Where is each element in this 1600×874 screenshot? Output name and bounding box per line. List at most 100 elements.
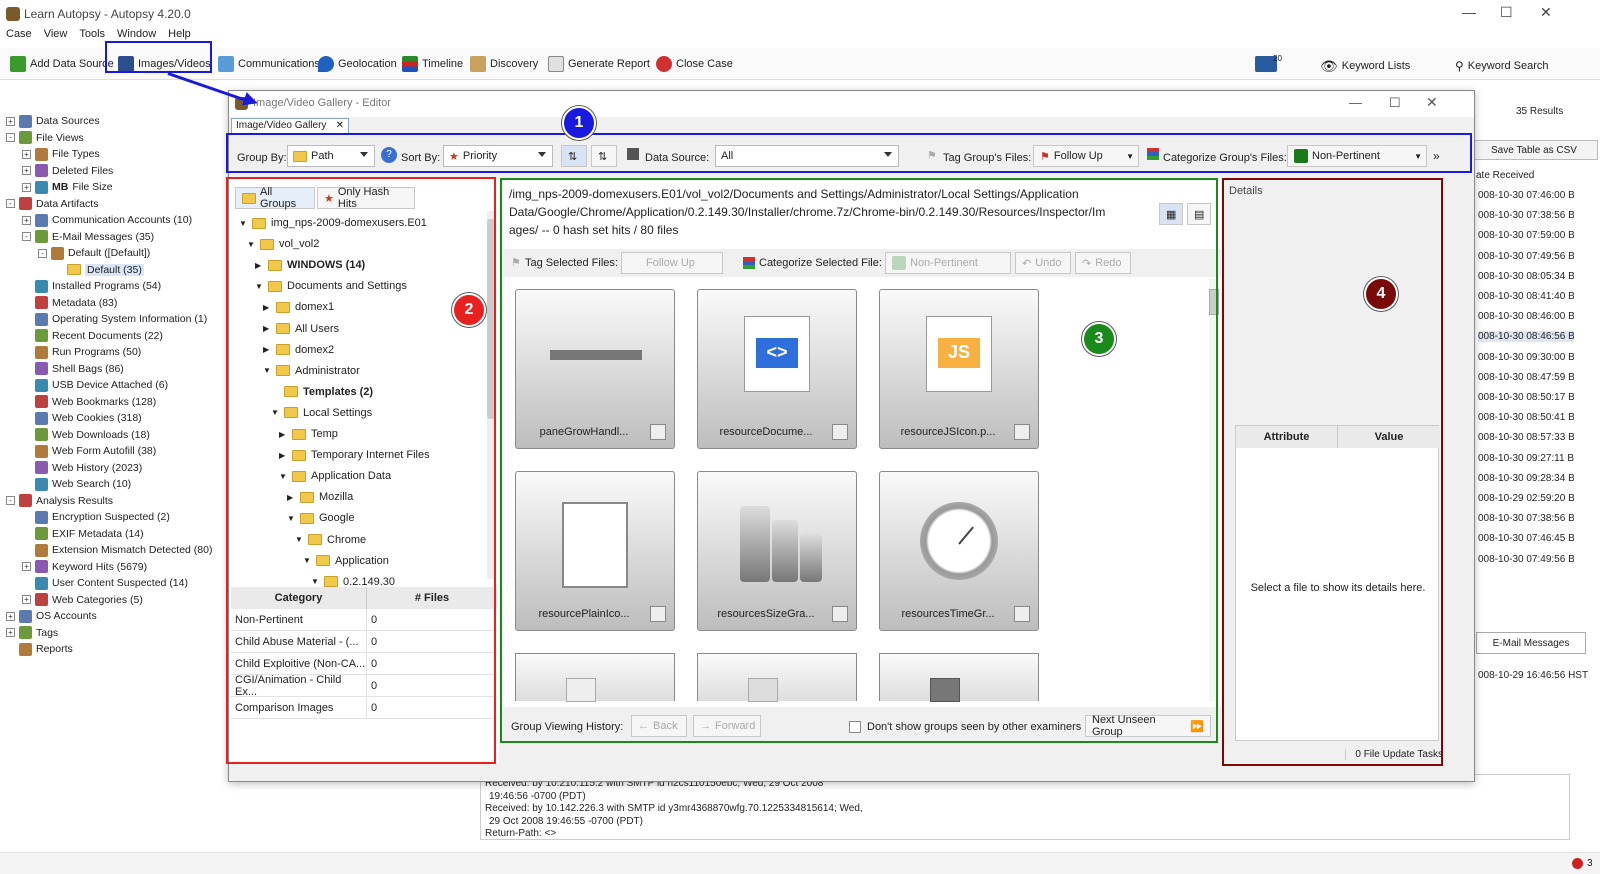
badge-3: 3 [1082,322,1116,356]
tree-node-icon [35,345,48,359]
date-cell[interactable]: 008-10-30 07:46:45 BD [1478,533,1574,544]
expand-icon[interactable]: + [22,562,31,571]
tree-item[interactable]: Default (35) [54,262,144,278]
tree-item[interactable]: Extension Mismatch Detected (80) [22,542,212,558]
tree-item[interactable]: Run Programs (50) [22,344,141,360]
date-cell[interactable]: 008-10-30 09:28:34 BD [1478,473,1574,484]
add-data-source-button[interactable]: Add Data Source [10,54,114,74]
expand-icon[interactable]: - [22,232,31,241]
mail-button[interactable]: 20 [1255,54,1282,74]
expand-icon[interactable]: + [22,149,31,159]
expand-icon[interactable]: + [22,182,31,192]
date-cell[interactable]: 008-10-30 08:46:56 BD [1478,331,1574,343]
tree-item[interactable]: Recent Documents (22) [22,328,163,344]
tree-item[interactable]: Shell Bags (86) [22,361,124,377]
date-cell[interactable]: 008-10-30 08:47:59 BD [1478,372,1574,383]
tree-item[interactable]: - File Views [6,130,84,146]
date-cell[interactable]: 008-10-30 07:59:00 BD [1478,230,1574,241]
tree-item[interactable]: - Default ([Default]) [38,245,150,261]
date-cell[interactable]: 008-10-30 07:38:56 BD [1478,210,1574,221]
date-cell[interactable]: 008-10-30 08:41:40 BD [1478,291,1574,302]
tree-item[interactable]: USB Device Attached (6) [22,377,168,393]
tree-item[interactable]: + OS Accounts [6,608,97,624]
gallery-maximize-icon[interactable]: ☐ [1389,95,1401,111]
expand-icon[interactable]: + [6,116,15,126]
tree-item[interactable]: + Keyword Hits (5679) [22,559,147,575]
tree-item[interactable]: + Communication Accounts (10) [22,212,192,228]
tree-item[interactable]: + Web Categories (5) [22,592,143,608]
tree-item[interactable]: Web Search (10) [22,476,131,492]
tree-item-label: User Content Suspected (14) [52,577,188,589]
menu-view[interactable]: View [44,28,68,46]
tree-item-label: Analysis Results [36,494,114,507]
tree-item[interactable]: Web Downloads (18) [22,427,150,443]
tree-item[interactable]: Web Form Autofill (38) [22,443,156,459]
date-cell[interactable]: 008-10-30 08:46:00 BD [1478,311,1574,322]
menu-case[interactable]: Case [6,28,32,46]
notification-icon[interactable] [1572,858,1583,869]
tree-item[interactable]: Encryption Suspected (2) [22,509,170,525]
autopsy-logo-icon [6,7,20,21]
tab-close-icon[interactable]: ✕ [336,119,344,133]
expand-icon[interactable]: - [6,496,15,505]
geolocation-button[interactable]: Geolocation [318,54,397,74]
expand-icon[interactable]: - [38,248,47,258]
generate-report-button[interactable]: Generate Report [548,54,650,74]
tree-item[interactable]: Web Cookies (318) [22,410,142,426]
close-icon[interactable]: ✕ [1540,4,1552,21]
date-cell[interactable]: 008-10-30 09:27:11 BD [1478,453,1574,464]
tree-item[interactable]: - Data Artifacts [6,196,98,212]
expand-icon[interactable]: - [6,133,15,142]
communications-button[interactable]: Communications [218,54,320,74]
gallery-minimize-icon[interactable]: — [1349,95,1362,110]
tree-item[interactable]: + Data Sources [6,113,100,129]
gallery-close-icon[interactable]: ✕ [1426,94,1438,111]
save-csv-button[interactable]: Save Table as CSV [1470,140,1598,160]
expand-icon[interactable]: + [22,215,31,225]
menu-tools[interactable]: Tools [79,28,105,46]
date-cell[interactable]: 008-10-30 09:30:00 BD [1478,352,1574,363]
tree-item[interactable]: - E-Mail Messages (35) [22,229,154,245]
date-cell[interactable]: 008-10-30 07:38:56 BD [1478,513,1574,524]
tree-item-label: Web Cookies (318) [52,412,142,424]
date-cell[interactable]: 008-10-30 07:46:00 BD [1478,190,1574,201]
email-tab[interactable]: E-Mail Messages [1476,632,1586,654]
timeline-button[interactable]: Timeline [402,54,463,74]
date-cell[interactable]: 008-10-30 08:50:41 BD [1478,412,1574,423]
tree-item[interactable]: + File Types [22,146,100,162]
tree-item[interactable]: Reports [6,641,73,657]
keyword-search-button[interactable]: ⚲ Keyword Search [1455,56,1549,76]
close-case-button[interactable]: Close Case [656,54,733,74]
expand-icon[interactable]: + [22,595,31,604]
tree-item[interactable]: Installed Programs (54) [22,278,161,294]
tree-item[interactable]: + MB File Size [22,179,113,195]
expand-icon[interactable]: + [22,166,31,175]
date-received-header[interactable]: ate Received [1476,170,1534,181]
date-cell[interactable]: 008-10-30 08:50:17 BD [1478,392,1574,403]
tree-item[interactable]: + Deleted Files [22,163,113,179]
date-cell[interactable]: 008-10-30 07:49:56 BD [1478,251,1574,262]
tree-item[interactable]: EXIF Metadata (14) [22,526,144,542]
tree-item[interactable]: + Tags [6,625,58,641]
gallery-tab[interactable]: Image/Video Gallery ✕ [231,118,349,134]
date-cell[interactable]: 008-10-30 08:05:34 BD [1478,271,1574,282]
date-cell[interactable]: 008-10-30 07:49:56 BD [1478,554,1574,565]
discovery-button[interactable]: Discovery [470,54,538,74]
timeline-icon [402,56,418,72]
expand-icon[interactable]: - [6,199,15,208]
tree-item[interactable]: Metadata (83) [22,295,117,311]
expand-icon[interactable]: + [6,611,15,621]
tree-item[interactable]: Operating System Information (1) [22,311,207,327]
report-icon [548,56,564,72]
maximize-icon[interactable]: ☐ [1500,4,1513,21]
date-cell[interactable]: 008-10-30 08:57:33 BD [1478,432,1574,443]
tree-item[interactable]: Web History (2023) [22,460,142,476]
tree-item[interactable]: - Analysis Results [6,493,113,509]
tree-item[interactable]: Web Bookmarks (128) [22,394,156,410]
highlight-thumbnails-box [500,178,1218,743]
keyword-lists-button[interactable]: 👁 Keyword Lists [1320,56,1410,76]
date-cell[interactable]: 008-10-29 02:59:20 BD [1478,493,1574,504]
tree-item[interactable]: User Content Suspected (14) [22,575,188,591]
expand-icon[interactable]: + [6,628,15,637]
minimize-icon[interactable]: — [1462,4,1476,20]
